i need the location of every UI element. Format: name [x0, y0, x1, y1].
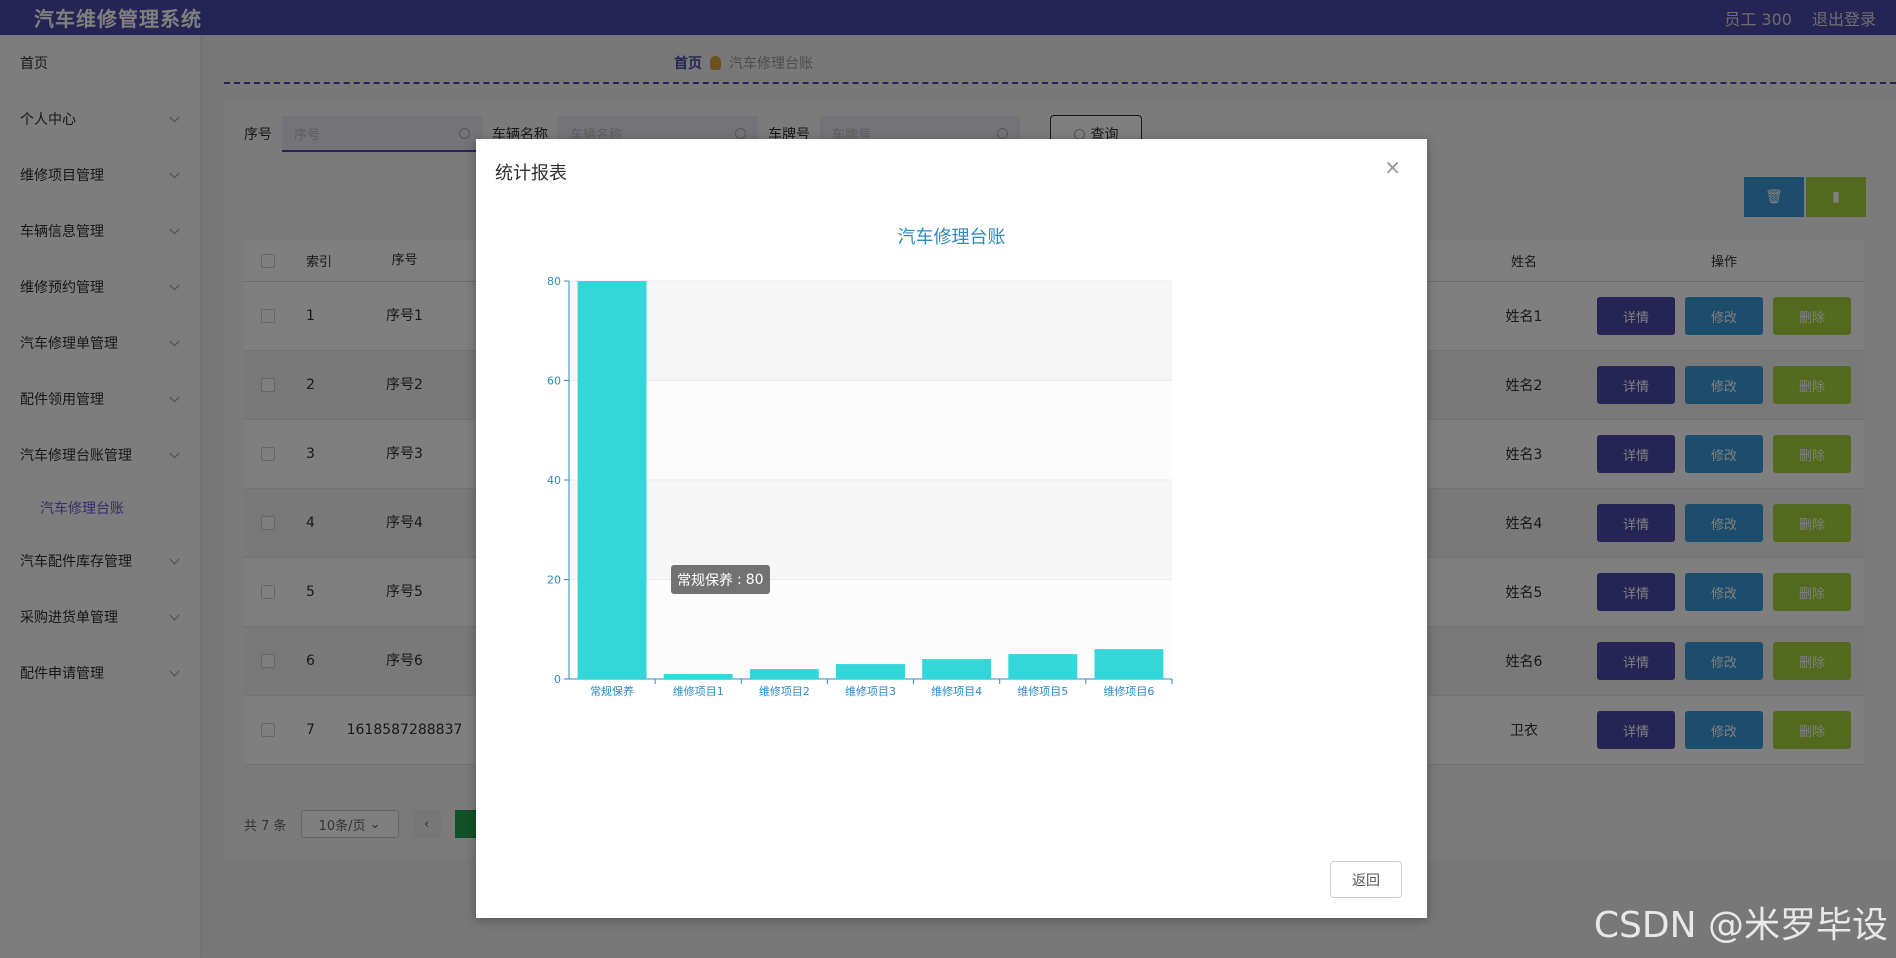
bar-维修项目6 — [1094, 649, 1164, 679]
bar-维修项目1 — [663, 674, 733, 679]
x-tick-label: 常规保养 — [590, 684, 634, 698]
y-tick-label: 0 — [554, 673, 561, 686]
bar-维修项目2 — [749, 669, 819, 679]
tooltip-value: 80 — [745, 571, 764, 588]
tooltip-label: 常规保养 — [677, 572, 733, 589]
x-tick-label: 维修项目6 — [1103, 684, 1154, 698]
y-tick-label: 80 — [547, 275, 561, 288]
bar-常规保养 — [577, 281, 647, 679]
bar-维修项目3 — [836, 664, 905, 679]
stats-dialog: 统计报表 × 汽车修理台账 0 20 40 60 80 常规保养 维修项目1 维修项目2 维修项… — [476, 139, 1427, 918]
x-tick-label: 维修项目2 — [759, 684, 810, 698]
x-tick-label: 维修项目1 — [673, 684, 724, 698]
chart-tooltip: 常规保养:80 — [671, 565, 770, 594]
grid-band — [569, 380, 1172, 480]
bar-维修项目4 — [922, 659, 992, 679]
watermark: CSDN @米罗毕设 — [1593, 905, 1888, 946]
x-tick-label: 维修项目4 — [931, 684, 982, 698]
y-tick-label: 60 — [547, 375, 561, 388]
grid-band — [569, 281, 1172, 381]
back-button[interactable]: 返回 — [1330, 861, 1402, 898]
grid-band — [569, 480, 1172, 580]
bar-维修项目5 — [1008, 654, 1078, 679]
bar-chart: 020406080常规保养 维修项目1 维修项目2 维修项目3 维修项目4 维修项目5 维修… — [547, 275, 1173, 698]
x-tick-label: 维修项目5 — [1017, 684, 1068, 698]
y-tick-label: 20 — [547, 574, 561, 587]
y-tick-label: 40 — [547, 474, 561, 487]
x-tick-label: 维修项目3 — [845, 684, 896, 698]
